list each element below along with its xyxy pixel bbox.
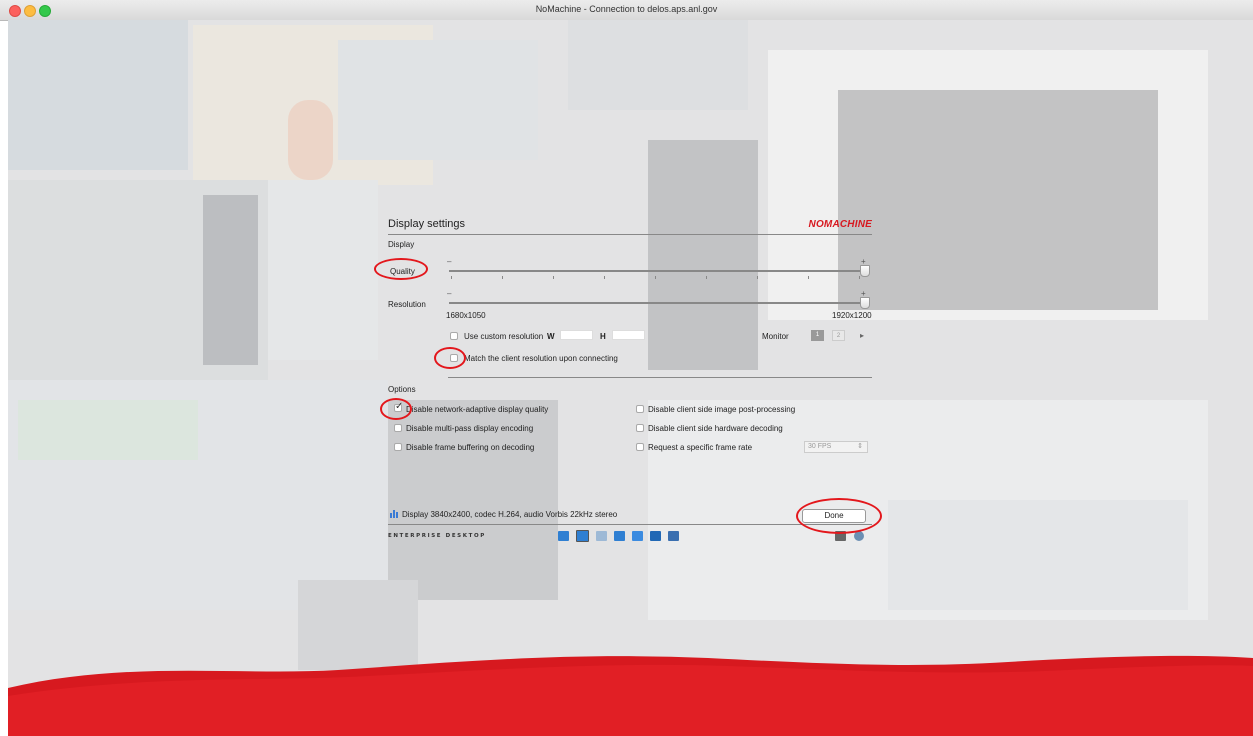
panel-title: Display settings <box>388 218 466 230</box>
option-hardware-decoding-checkbox[interactable] <box>636 424 644 432</box>
quality-minus-icon: – <box>447 257 452 266</box>
connection-status-text: Display 3840x2400, codec H.264, audio Vo… <box>402 510 618 519</box>
quality-slider-thumb[interactable] <box>860 265 870 277</box>
quality-tick <box>553 276 554 279</box>
height-label: H <box>600 332 606 341</box>
annotation-circle-network-adaptive <box>380 398 412 420</box>
monitor-icon[interactable] <box>650 531 661 541</box>
annotation-circle-match-resolution <box>434 347 466 369</box>
width-label: W <box>547 332 555 341</box>
resolution-max-label: 1920x1200 <box>832 311 872 320</box>
fullscreen-icon[interactable] <box>614 531 625 541</box>
quality-tick <box>451 276 452 279</box>
resolution-slider[interactable] <box>449 302 866 304</box>
option-multipass-checkbox[interactable] <box>394 424 402 432</box>
window-titlebar: NoMachine - Connection to delos.aps.anl.… <box>0 0 1253 21</box>
custom-width-input[interactable] <box>560 330 593 340</box>
custom-height-input[interactable] <box>612 330 645 340</box>
quality-tick <box>604 276 605 279</box>
monitor-label: Monitor <box>762 332 789 341</box>
display-settings-panel: Display settings NOMACHINE Display Quali… <box>374 210 882 550</box>
brand-wave <box>8 655 1253 736</box>
option-multipass-label: Disable multi-pass display encoding <box>406 424 534 433</box>
option-frame-rate-label: Request a specific frame rate <box>648 443 753 452</box>
option-frame-buffering-label: Disable frame buffering on decoding <box>406 443 535 452</box>
resolution-label: Resolution <box>388 300 426 309</box>
monitor-next-icon[interactable]: ▸ <box>860 331 864 340</box>
quality-tick <box>706 276 707 279</box>
bar-chart-icon <box>390 510 398 518</box>
annotation-circle-done <box>796 498 882 534</box>
quality-tick <box>502 276 503 279</box>
monitor-1-button[interactable]: 1 <box>811 330 824 341</box>
quality-tick <box>655 276 656 279</box>
options-section-label: Options <box>388 385 416 394</box>
quality-slider[interactable] <box>449 270 866 279</box>
scale-display-icon[interactable] <box>576 530 589 542</box>
title-divider <box>388 234 872 235</box>
custom-resolution-label: Use custom resolution <box>464 332 544 341</box>
resolution-minus-icon: – <box>447 289 452 298</box>
match-client-resolution-label: Match the client resolution upon connect… <box>464 354 618 363</box>
window-title: NoMachine - Connection to delos.aps.anl.… <box>535 4 718 14</box>
display-section-label: Display <box>388 240 415 249</box>
annotation-circle-quality <box>374 258 428 280</box>
option-frame-rate-checkbox[interactable] <box>636 443 644 451</box>
option-hardware-decoding-label: Disable client side hardware decoding <box>648 424 783 433</box>
option-post-processing-checkbox[interactable] <box>636 405 644 413</box>
resolution-min-label: 1680x1050 <box>446 311 486 320</box>
edition-label: ENTERPRISE DESKTOP <box>388 533 486 539</box>
monitor-2-button[interactable]: 2 <box>832 330 845 341</box>
frame-rate-value: 30 FPS <box>808 443 832 450</box>
quality-tick <box>757 276 758 279</box>
select-arrows-icon: ⇕ <box>857 443 863 450</box>
quality-tick <box>859 276 860 279</box>
screen-capture-icon[interactable] <box>668 531 679 541</box>
option-frame-buffering-checkbox[interactable] <box>394 443 402 451</box>
custom-resolution-checkbox[interactable] <box>450 332 458 340</box>
option-network-adaptive-label: Disable network-adaptive display quality <box>406 405 549 414</box>
nomachine-logo: NOMACHINE <box>808 219 872 230</box>
resolution-slider-thumb[interactable] <box>860 297 870 309</box>
quality-tick <box>808 276 809 279</box>
fit-display-icon[interactable] <box>558 531 569 541</box>
frame-rate-select[interactable]: 30 FPS ⇕ <box>804 441 868 453</box>
list-view-icon[interactable] <box>596 531 607 541</box>
option-post-processing-label: Disable client side image post-processin… <box>648 405 796 414</box>
bottom-divider <box>388 524 872 525</box>
settings-display-icon[interactable] <box>632 531 643 541</box>
section-divider <box>448 377 872 378</box>
